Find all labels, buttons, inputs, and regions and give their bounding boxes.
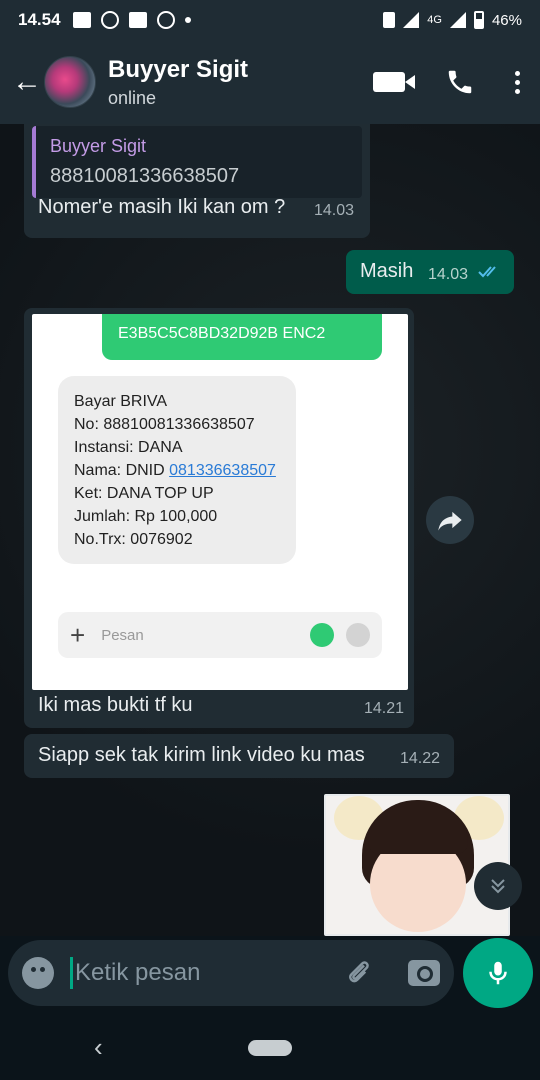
- signal-strength-icon: [449, 12, 466, 28]
- sms-green-line1: 4TD6FF8DDAC223FD7 100000: [118, 314, 366, 322]
- payment-screenshot-image[interactable]: 4TD6FF8DDAC223FD7 100000 E3B5C5C8BD32D92…: [32, 314, 408, 690]
- video-call-icon[interactable]: [373, 72, 415, 92]
- sms-name-prefix: Nama: DNID: [74, 462, 170, 479]
- message-incoming[interactable]: Buyyer Sigit 88810081336638507 Nomer'e m…: [24, 124, 370, 238]
- mic-icon: [489, 961, 507, 985]
- sms-line: Jumlah: Rp 100,000: [74, 508, 218, 525]
- message-time: 14.22: [400, 750, 441, 767]
- quoted-message[interactable]: Buyyer Sigit 88810081336638507: [32, 126, 362, 198]
- contact-status: online: [108, 87, 157, 108]
- forward-icon: [438, 511, 462, 531]
- facebook-icon: [156, 11, 175, 29]
- message-time: 14.21: [364, 700, 405, 717]
- gallery-icon: [72, 12, 91, 28]
- photo-shape: [368, 806, 468, 854]
- notification-icons: [72, 11, 191, 29]
- sms-line: No.Trx: 0076902: [74, 531, 193, 548]
- sms-input-bar: + Pesan: [58, 612, 382, 658]
- sms-green-bubble: 4TD6FF8DDAC223FD7 100000 E3B5C5C8BD32D92…: [102, 314, 382, 360]
- system-icons: 4G 46%: [383, 11, 522, 29]
- message-outgoing[interactable]: Masih 14.03: [346, 250, 514, 294]
- attach-icon[interactable]: [344, 958, 374, 988]
- contact-info[interactable]: Buyyer Sigit online: [108, 56, 248, 109]
- quote-sender: Buyyer Sigit: [50, 136, 147, 156]
- mic-button[interactable]: [463, 938, 533, 1008]
- message-time: 14.03: [428, 266, 469, 283]
- system-nav-bar: ‹: [0, 1016, 540, 1080]
- message-time: 14.03: [314, 202, 355, 219]
- sms-green-line2: E3B5C5C8BD32D92B ENC2: [118, 325, 326, 342]
- photo-thumbnail[interactable]: [324, 794, 510, 936]
- chat-area[interactable]: Buyyer Sigit 88810081336638507 Nomer'e m…: [0, 124, 540, 936]
- scroll-down-button[interactable]: [474, 862, 522, 910]
- message-text: Nomer'e masih Iki kan om ?: [38, 196, 286, 218]
- input-area: Ketik pesan: [0, 936, 540, 1016]
- sms-line: Ket: DANA TOP UP: [74, 485, 214, 502]
- sms-input-placeholder: Pesan: [101, 626, 144, 644]
- message-incoming[interactable]: Siapp sek tak kirim link video ku mas 14…: [24, 734, 454, 778]
- whatsapp-icon: [100, 11, 119, 29]
- sms-line: Nama: DNID 081336638507: [74, 459, 280, 482]
- send-icon: [346, 623, 370, 647]
- message-input[interactable]: Ketik pesan: [75, 959, 200, 987]
- battery-icon: [473, 11, 484, 29]
- image-caption: Iki mas bukti tf ku: [38, 694, 193, 716]
- sim-icon: [310, 623, 334, 647]
- message-image[interactable]: 4TD6FF8DDAC223FD7 100000 E3B5C5C8BD32D92…: [24, 308, 414, 728]
- sms-line: No: 88810081336638507: [74, 416, 255, 433]
- signal-icon: [403, 12, 420, 28]
- status-time: 14.54: [18, 10, 61, 29]
- sms-line: Bayar BRIVA: [74, 393, 168, 410]
- quote-text: 88810081336638507: [50, 165, 240, 187]
- vibrate-icon: [383, 12, 396, 28]
- news-icon: [128, 12, 147, 28]
- header-actions: [373, 67, 528, 97]
- status-bar: 14.54 4G 46%: [0, 0, 540, 40]
- back-icon[interactable]: ←: [12, 67, 42, 97]
- double-chevron-down-icon: [491, 879, 505, 894]
- phone-icon[interactable]: [445, 67, 475, 97]
- battery-percent: 46%: [491, 11, 522, 29]
- message-text: Siapp sek tak kirim link video ku mas: [38, 744, 365, 766]
- nav-back-icon[interactable]: ‹: [94, 1032, 103, 1063]
- message-composer[interactable]: Ketik pesan: [8, 940, 454, 1006]
- more-notifications-icon: [184, 17, 191, 23]
- camera-icon[interactable]: [408, 960, 440, 986]
- sms-line: Instansi: DANA: [74, 439, 183, 456]
- sms-phone-link[interactable]: 081336638507: [169, 462, 276, 479]
- message-text: Masih: [360, 260, 414, 282]
- read-receipt-icon: [478, 266, 496, 278]
- nav-home-pill[interactable]: [248, 1040, 292, 1056]
- more-icon[interactable]: [515, 70, 520, 94]
- text-caret: [70, 957, 73, 989]
- avatar[interactable]: [44, 56, 96, 108]
- network-type-label: 4G: [427, 14, 442, 26]
- contact-name: Buyyer Sigit: [108, 55, 249, 83]
- emoji-icon[interactable]: [22, 957, 54, 989]
- sms-gray-bubble: Bayar BRIVA No: 88810081336638507 Instan…: [58, 376, 296, 564]
- plus-icon: +: [70, 620, 86, 650]
- chat-header: ← Buyyer Sigit online: [0, 40, 540, 124]
- forward-button[interactable]: [426, 496, 474, 544]
